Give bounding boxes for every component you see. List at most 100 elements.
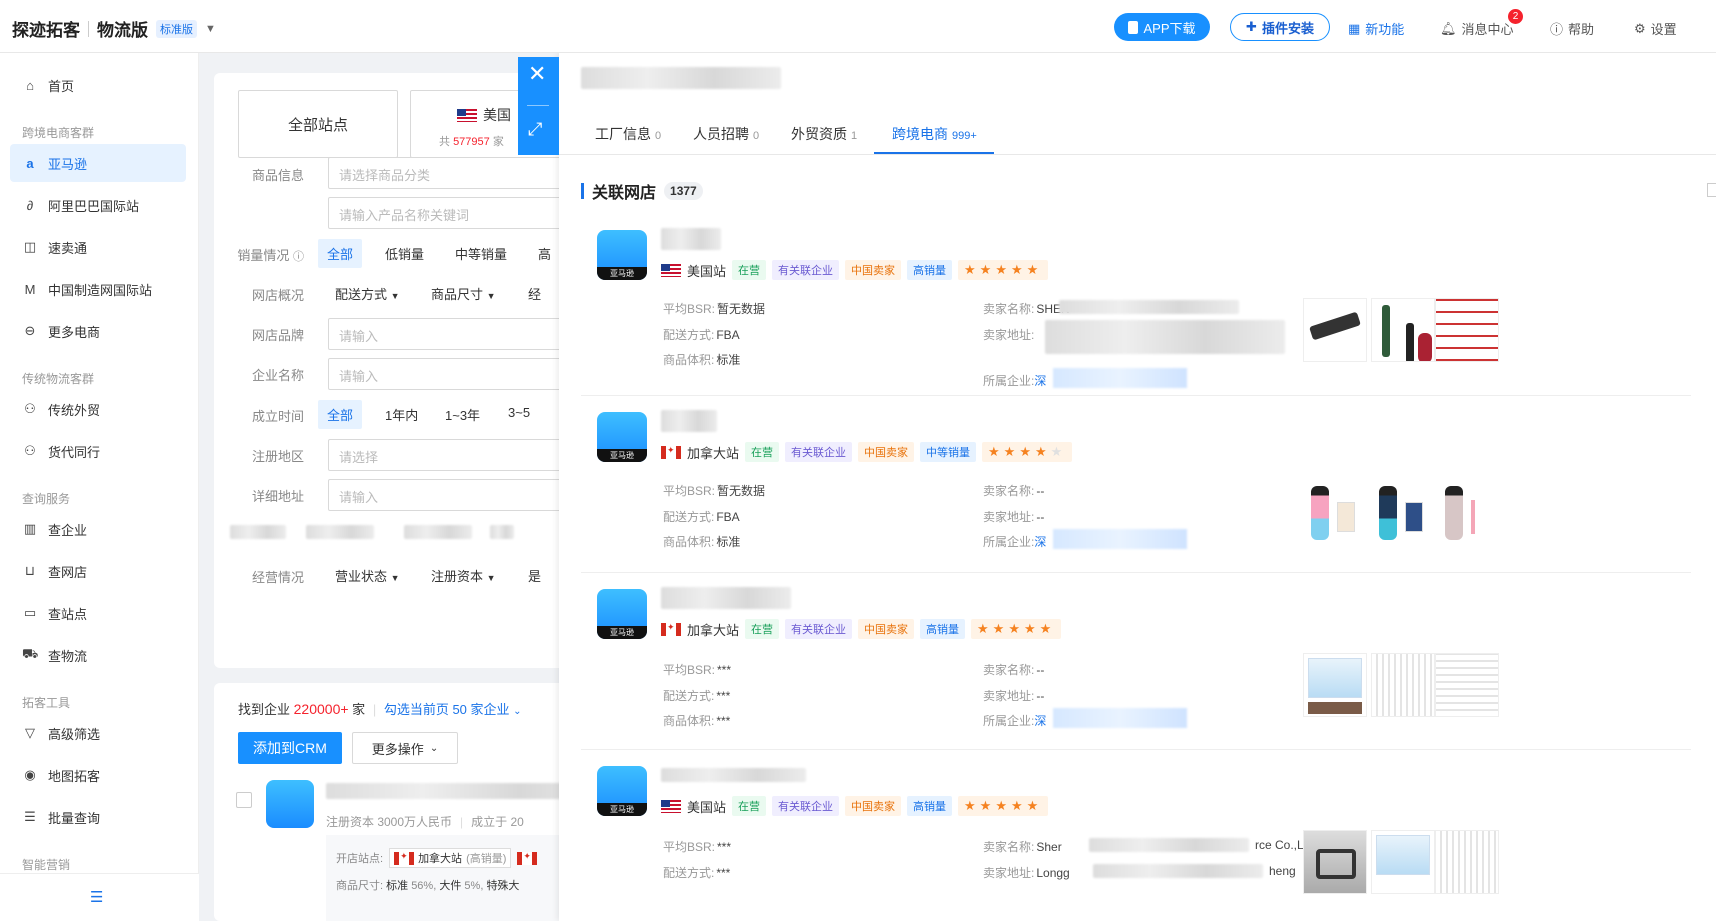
brand[interactable]: 探迹拓客 物流版 标准版 ▼ bbox=[12, 16, 216, 41]
sidebar-item-batch-query[interactable]: ☰ 批量查询 bbox=[10, 798, 186, 836]
delivery-dropdown[interactable]: 配送方式 ▼ bbox=[326, 279, 409, 308]
kv-seller-name: 卖家名称: -- bbox=[983, 661, 1044, 678]
product-thumb[interactable] bbox=[1303, 830, 1367, 894]
reg-capital-label: 注册资本 bbox=[431, 569, 484, 584]
app-download-button[interactable]: APP下载 bbox=[1114, 13, 1210, 41]
question-icon[interactable]: ⓘ bbox=[293, 251, 304, 263]
sales-all-chip[interactable]: 全部 bbox=[318, 239, 363, 268]
product-thumb[interactable] bbox=[1303, 653, 1367, 717]
shop-card[interactable]: 亚马逊 美国站 在营 有关联企业 中国卖家 高销量 ★★★★★ 平均BSR: **… bbox=[581, 764, 1691, 921]
op-more-dropdown[interactable]: 是 bbox=[519, 561, 550, 590]
sales-mid-chip[interactable]: 中等销量 bbox=[446, 239, 516, 268]
redacted-seller-name bbox=[1089, 838, 1249, 852]
sidebar-item-alibaba[interactable]: ∂ 阿里巴巴国际站 bbox=[10, 186, 186, 224]
kv-value: *** bbox=[716, 714, 731, 728]
product-thumb[interactable] bbox=[1303, 480, 1367, 544]
sidebar-footer: ☰ bbox=[0, 873, 199, 921]
sidebar-item-traditional-trade[interactable]: ⚇ 传统外贸 bbox=[10, 390, 186, 428]
kv-label: 卖家地址: bbox=[983, 328, 1035, 342]
product-thumb[interactable] bbox=[1435, 480, 1499, 544]
product-thumb[interactable] bbox=[1371, 653, 1435, 717]
kv-label: 卖家地址: bbox=[983, 510, 1035, 524]
kv-label: 平均BSR: bbox=[663, 302, 716, 316]
product-thumb[interactable] bbox=[1371, 830, 1435, 894]
sales-high-chip[interactable]: 高 bbox=[529, 239, 560, 268]
logo-label: 亚马逊 bbox=[597, 449, 647, 462]
tab-label: 跨境电商 bbox=[892, 126, 948, 142]
founded-1y-chip[interactable]: 1年内 bbox=[376, 400, 427, 429]
kv-company: 所属企业:深 bbox=[983, 533, 1046, 550]
op-status-dropdown[interactable]: 营业状态 ▼ bbox=[326, 561, 409, 590]
add-crm-button[interactable]: 添加到CRM bbox=[238, 732, 342, 764]
company-meta: 注册资本 3000万人民币 | 成立于 20 bbox=[326, 815, 524, 829]
shop-card[interactable]: 亚马逊 加拿大站 在营 有关联企业 中国卖家 中等销量 ★★★★★ 平均BSR:… bbox=[581, 410, 1691, 573]
collapse-menu-icon[interactable]: ☰ bbox=[90, 888, 103, 906]
tab-cross-border[interactable]: 跨境电商 999+ bbox=[892, 124, 977, 144]
shop-card[interactable]: 亚马逊 美国站 在营 有关联企业 中国卖家 高销量 ★★★★★ 平均BSR: 暂无… bbox=[581, 228, 1691, 396]
shop-tags: 美国站 在营 有关联企业 中国卖家 高销量 ★★★★★ bbox=[661, 260, 1049, 280]
chevron-down-icon: ⌄ bbox=[513, 706, 522, 717]
edge-checkbox[interactable] bbox=[1707, 183, 1716, 197]
kv-value: *** bbox=[717, 663, 732, 677]
tab-trade-qualification[interactable]: 外贸资质 1 bbox=[791, 124, 857, 144]
sales-low-chip[interactable]: 低销量 bbox=[376, 239, 433, 268]
site-tag-ca[interactable]: 加拿大站(高销量) bbox=[389, 848, 512, 868]
expand-icon[interactable]: ⤢ bbox=[528, 119, 542, 140]
sidebar-item-aliexpress[interactable]: ◫ 速卖通 bbox=[10, 228, 186, 266]
founded-3-5-chip[interactable]: 3~5 bbox=[499, 400, 539, 425]
caret-down-icon[interactable]: ▼ bbox=[205, 23, 216, 35]
more-ops-button[interactable]: 更多操作 ⌄ bbox=[352, 732, 458, 764]
founded-all-chip[interactable]: 全部 bbox=[318, 400, 363, 429]
row-checkbox[interactable] bbox=[236, 792, 252, 808]
op-status-label: 营业状态 bbox=[335, 569, 388, 584]
founded-1-3-chip[interactable]: 1~3年 bbox=[436, 400, 489, 429]
sidebar-item-amazon[interactable]: a 亚马逊 bbox=[10, 144, 186, 182]
plugin-install-label: 插件安装 bbox=[1261, 20, 1314, 36]
sidebar-item-made-in-china[interactable]: M 中国制造网国际站 bbox=[10, 270, 186, 308]
overview-more-dropdown[interactable]: 经 bbox=[519, 279, 550, 308]
product-thumb[interactable] bbox=[1303, 298, 1367, 362]
product-thumb[interactable] bbox=[1371, 480, 1435, 544]
sidebar-item-map-prospect[interactable]: ◉ 地图拓客 bbox=[10, 756, 186, 794]
kv-label: 卖家名称: bbox=[983, 302, 1035, 316]
sidebar-item-query-site[interactable]: ▭ 查站点 bbox=[10, 594, 186, 632]
select-page-link[interactable]: 勾选当前页 50 家企业 ⌄ bbox=[384, 702, 522, 717]
new-feature-link[interactable]: ▦ 新功能 bbox=[1348, 19, 1404, 38]
ca-flag-icon bbox=[661, 445, 681, 459]
sidebar-item-query-logistics[interactable]: ⛟ 查物流 bbox=[10, 636, 186, 674]
window-icon: ▭ bbox=[23, 605, 37, 620]
product-thumb[interactable] bbox=[1435, 298, 1499, 362]
label-shop-overview: 网店概况 bbox=[251, 288, 304, 303]
tab-recruit[interactable]: 人员招聘 0 bbox=[693, 124, 759, 144]
kv-company-link[interactable]: 深 bbox=[1034, 374, 1046, 388]
sidebar-item-more-ec[interactable]: ⊖ 更多电商 bbox=[10, 312, 186, 350]
product-thumb[interactable] bbox=[1435, 830, 1499, 894]
plugin-install-button[interactable]: ✚ 插件安装 bbox=[1230, 13, 1330, 41]
product-thumb[interactable] bbox=[1371, 298, 1435, 362]
message-center-link[interactable]: 🔔︎ 消息中心 bbox=[1440, 19, 1514, 38]
size-special: 特殊大 bbox=[486, 880, 520, 892]
aliexpress-icon: ◫ bbox=[23, 239, 37, 254]
sidebar-item-advanced-filter[interactable]: ▽ 高级筛选 bbox=[10, 714, 186, 752]
sidebar-item-home[interactable]: ⌂ 首页 bbox=[10, 66, 186, 104]
kv-company-link[interactable]: 深 bbox=[1034, 714, 1046, 728]
kv-delivery: 配送方式: FBA bbox=[663, 508, 740, 525]
redacted-shop-name bbox=[661, 410, 717, 432]
sidebar-item-query-company[interactable]: ▥ 查企业 bbox=[10, 510, 186, 548]
sidebar-item-freight-peer[interactable]: ⚇ 货代同行 bbox=[10, 432, 186, 470]
site-all-card[interactable]: 全部站点 bbox=[238, 90, 398, 158]
size-dropdown[interactable]: 商品尺寸 ▼ bbox=[422, 279, 505, 308]
product-thumb[interactable] bbox=[1435, 653, 1499, 717]
help-link[interactable]: ⓘ 帮助 bbox=[1550, 19, 1594, 38]
sizes-label: 商品尺寸: bbox=[336, 880, 384, 892]
gear-icon: ⚙ bbox=[1634, 20, 1646, 36]
tab-factory[interactable]: 工厂信息 0 bbox=[595, 124, 661, 144]
close-icon[interactable]: ✕ bbox=[528, 61, 546, 87]
ca-flag-icon bbox=[394, 851, 415, 865]
settings-link[interactable]: ⚙ 设置 bbox=[1634, 19, 1677, 38]
reg-capital-dropdown[interactable]: 注册资本 ▼ bbox=[422, 561, 505, 590]
sidebar-item-query-shop[interactable]: ⊔ 查网店 bbox=[10, 552, 186, 590]
section-header: 关联网店 1377 bbox=[581, 179, 703, 203]
shop-card[interactable]: 亚马逊 加拿大站 在营 有关联企业 中国卖家 高销量 ★★★★★ 平均BSR:*… bbox=[581, 587, 1691, 750]
kv-company-link[interactable]: 深 bbox=[1034, 535, 1046, 549]
